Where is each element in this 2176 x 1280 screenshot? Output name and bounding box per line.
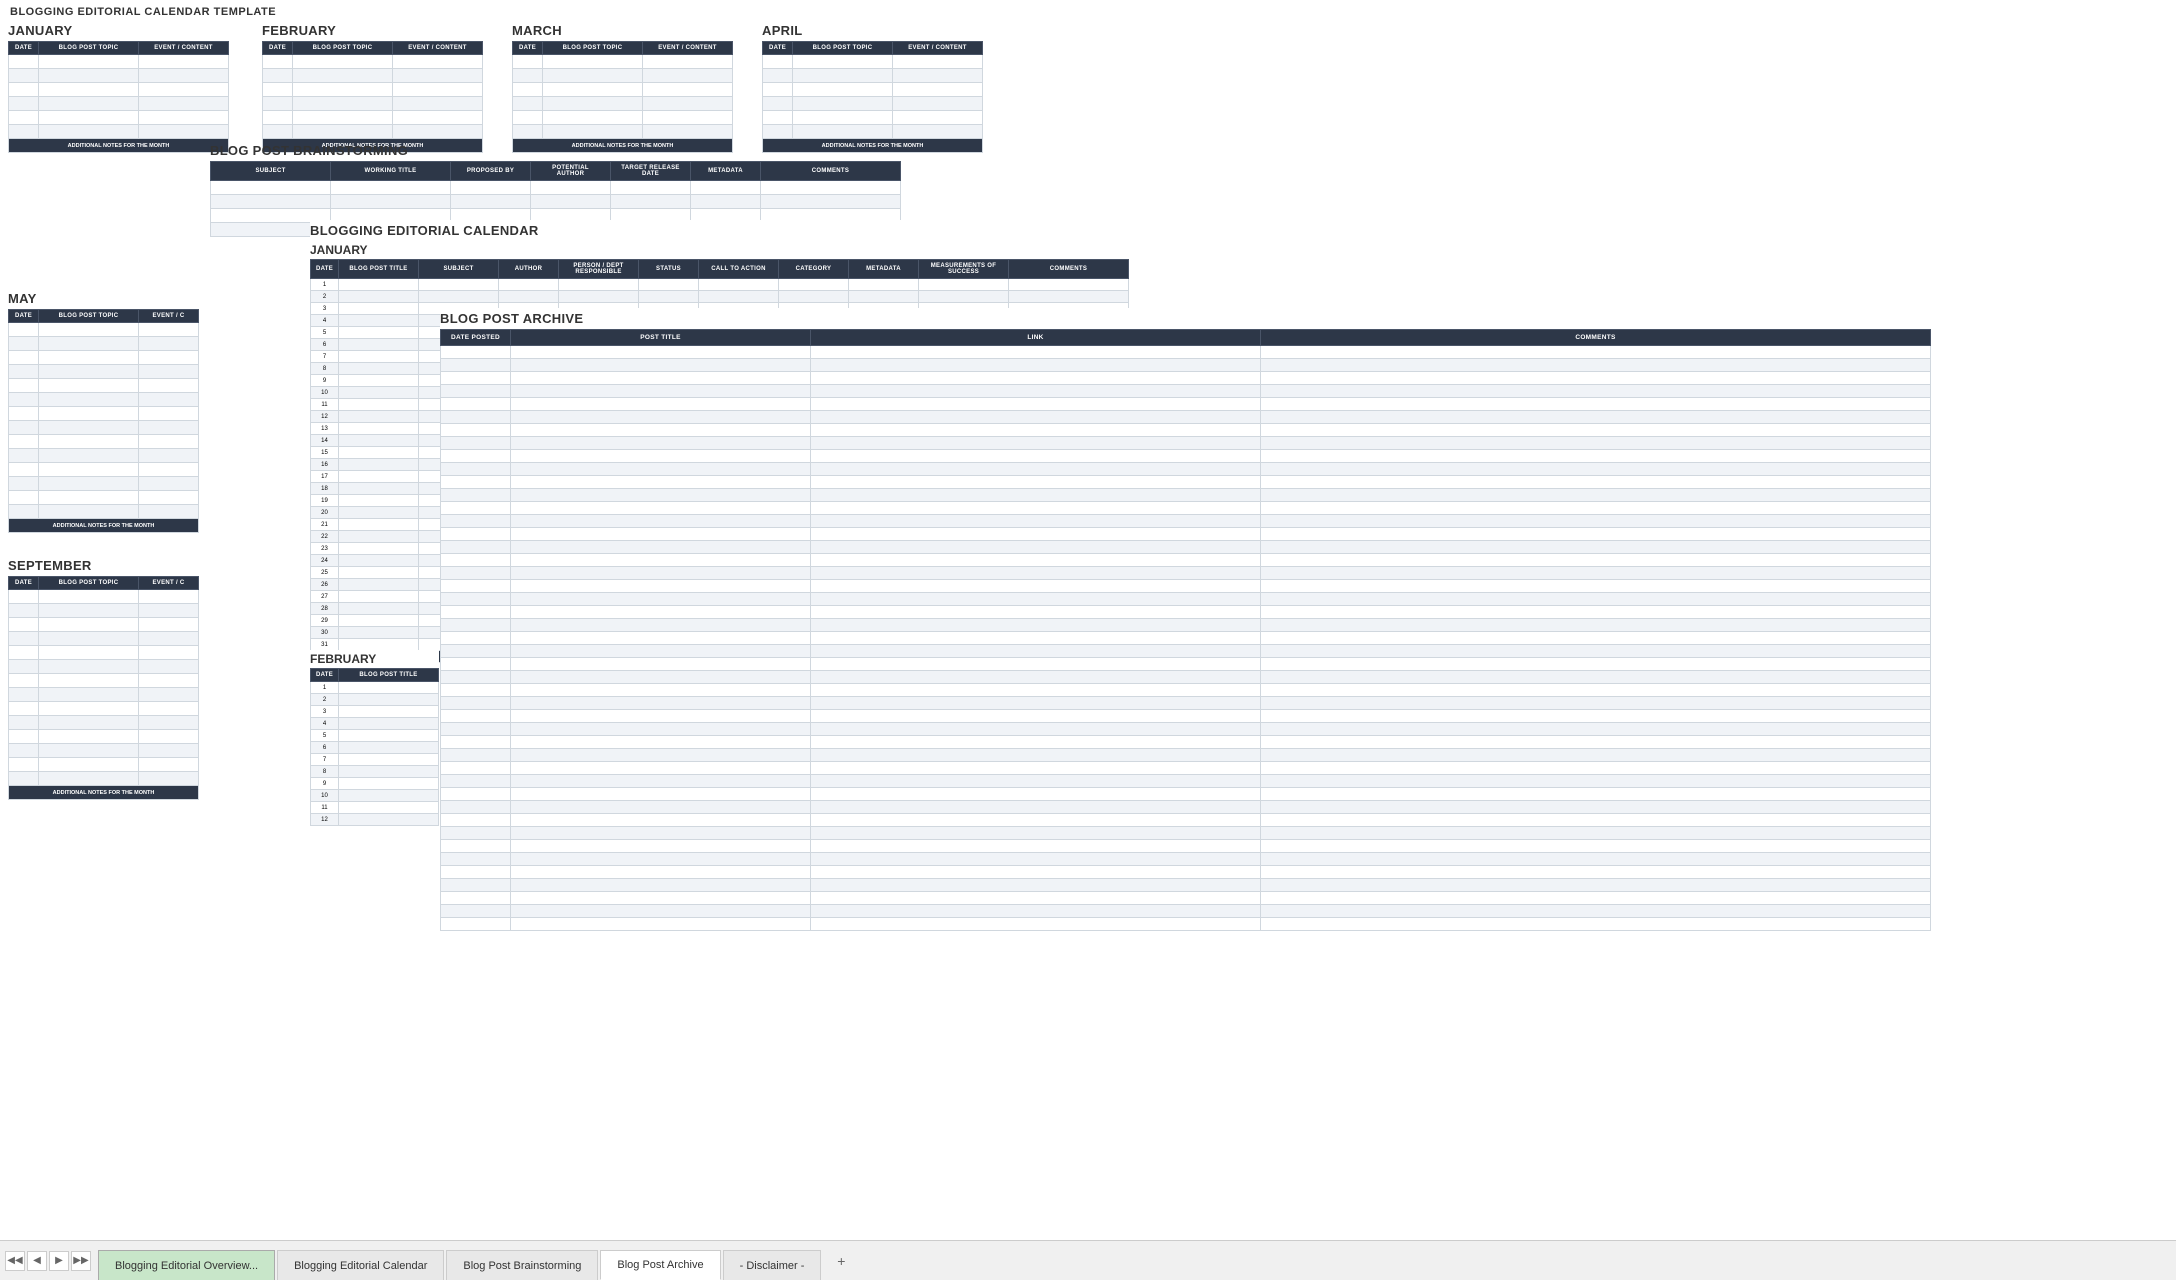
tab-brainstorming[interactable]: Blog Post Brainstorming xyxy=(446,1250,598,1280)
tab-editorial-calendar[interactable]: Blogging Editorial Calendar xyxy=(277,1250,444,1280)
sep-title: SEPTEMBER xyxy=(8,555,199,576)
sep-table: DATE BLOG POST TOPIC EVENT / C ADDITIONA… xyxy=(8,576,199,800)
april-section: APRIL DATE BLOG POST TOPIC EVENT / CONTE… xyxy=(762,20,983,153)
tab-blogging-overview[interactable]: Blogging Editorial Overview... xyxy=(98,1250,275,1280)
may-table: DATE BLOG POST TOPIC EVENT / C ADDITIONA… xyxy=(8,309,199,533)
march-title: MARCH xyxy=(512,20,733,41)
tab-label: Blogging Editorial Overview... xyxy=(115,1260,258,1272)
tabs-container: Blogging Editorial Overview... Blogging … xyxy=(96,1241,825,1280)
archive-table: DATE POSTED POST TITLE LINK COMMENTS xyxy=(440,329,1931,931)
jan-event-header: EVENT / CONTENT xyxy=(139,42,229,55)
jan-date-header: DATE xyxy=(9,42,39,55)
feb-editorial-section: FEBRUARY DATE BLOG POST TITLE 1234567891… xyxy=(310,650,439,826)
january-section: JANUARY DATE BLOG POST TOPIC EVENT / CON… xyxy=(8,20,229,153)
april-title: APRIL xyxy=(762,20,983,41)
editorial-cal-title: BLOGGING EDITORIAL CALENDAR xyxy=(310,220,1129,241)
tab-label: Blog Post Archive xyxy=(617,1259,703,1271)
tab-label: - Disclaimer - xyxy=(740,1260,805,1272)
may-title: MAY xyxy=(8,288,199,309)
main-content: BLOGGING EDITORIAL CALENDAR TEMPLATE JAN… xyxy=(0,0,2176,1240)
january-table: DATE BLOG POST TOPIC EVENT / CONTENT ADD… xyxy=(8,41,229,153)
april-table: DATE BLOG POST TOPIC EVENT / CONTENT ADD… xyxy=(762,41,983,153)
march-table: DATE BLOG POST TOPIC EVENT / CONTENT ADD… xyxy=(512,41,733,153)
tab-label: Blog Post Brainstorming xyxy=(463,1260,581,1272)
september-section: SEPTEMBER DATE BLOG POST TOPIC EVENT / C… xyxy=(8,555,199,800)
archive-section: BLOG POST ARCHIVE DATE POSTED POST TITLE… xyxy=(440,308,1931,931)
tab-bar: ◀◀ ◀ ▶ ▶▶ Blogging Editorial Overview...… xyxy=(0,1240,2176,1280)
nav-first-arrow[interactable]: ◀◀ xyxy=(5,1251,25,1271)
add-sheet-button[interactable]: + xyxy=(829,1249,853,1273)
march-section: MARCH DATE BLOG POST TOPIC EVENT / CONTE… xyxy=(512,20,733,153)
tab-nav-arrows: ◀◀ ◀ ▶ ▶▶ xyxy=(0,1241,96,1280)
tab-archive[interactable]: Blog Post Archive xyxy=(600,1250,720,1280)
editorial-jan-title: JANUARY xyxy=(310,241,1129,259)
february-table: DATE BLOG POST TOPIC EVENT / CONTENT ADD… xyxy=(262,41,483,153)
nav-next-arrow[interactable]: ▶ xyxy=(49,1251,69,1271)
nav-prev-arrow[interactable]: ◀ xyxy=(27,1251,47,1271)
tab-label: Blogging Editorial Calendar xyxy=(294,1260,427,1272)
jan-topic-header: BLOG POST TOPIC xyxy=(39,42,139,55)
february-section: FEBRUARY DATE BLOG POST TOPIC EVENT / CO… xyxy=(262,20,483,153)
nav-last-arrow[interactable]: ▶▶ xyxy=(71,1251,91,1271)
may-section: MAY DATE BLOG POST TOPIC EVENT / C ADDIT… xyxy=(8,288,199,533)
spreadsheet-area: BLOGGING EDITORIAL CALENDAR TEMPLATE JAN… xyxy=(0,0,2176,1240)
feb-editorial-table: DATE BLOG POST TITLE 123456789101112 xyxy=(310,668,439,826)
january-title: JANUARY xyxy=(8,20,229,41)
february-title: FEBRUARY xyxy=(262,20,483,41)
archive-title: BLOG POST ARCHIVE xyxy=(440,308,1931,329)
tab-disclaimer[interactable]: - Disclaimer - xyxy=(723,1250,822,1280)
feb-editorial-title: FEBRUARY xyxy=(310,650,439,668)
brainstorm-title: BLOG POST BRAINSTORMING xyxy=(210,140,901,161)
